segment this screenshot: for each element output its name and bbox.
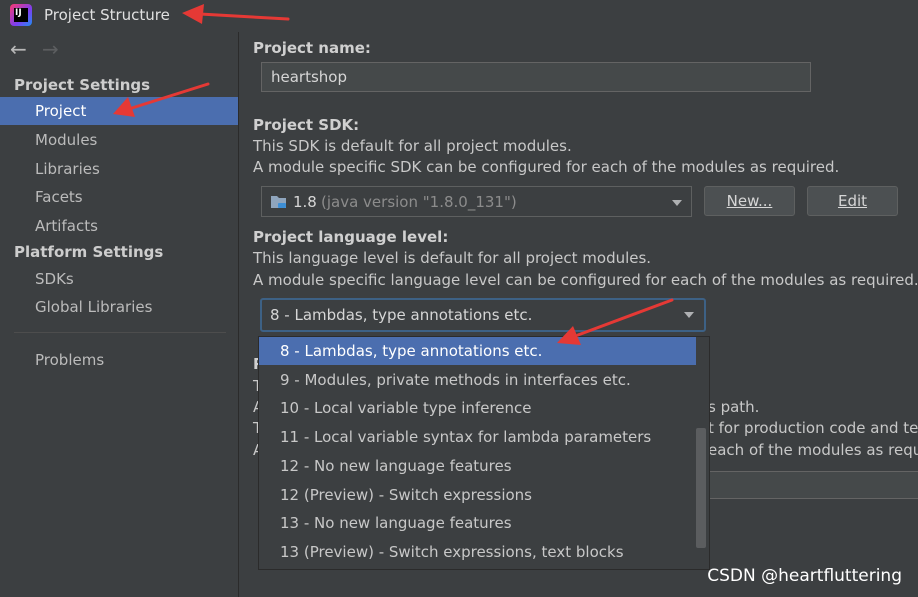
watermark: CSDN @heartfluttering xyxy=(707,566,902,586)
annotation-arrows xyxy=(113,4,674,345)
